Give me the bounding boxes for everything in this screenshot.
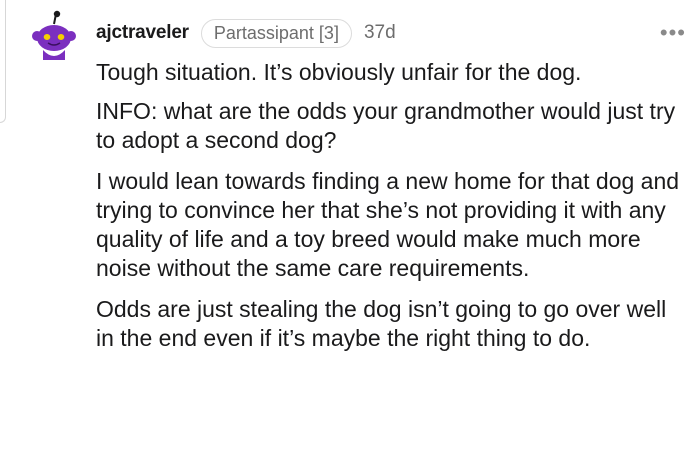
comment-age: 37d (363, 22, 396, 43)
more-options-icon[interactable]: ••• (660, 22, 686, 44)
snoo-avatar-icon[interactable] (30, 10, 78, 62)
comment-header: ajctraveler Partassipant [3] 37d (96, 18, 396, 48)
comment-paragraph: Tough situation. It’s obviously unfair f… (96, 59, 582, 85)
thread-line (0, 0, 6, 123)
user-flair-badge: Partassipant [3] (200, 18, 352, 48)
comment-paragraph: I would lean towards finding a new home … (96, 168, 680, 281)
comment-paragraph: Odds are just stealing the dog isn’t goi… (96, 296, 667, 351)
comment-body: Tough situation. It’s obviously unfair f… (96, 58, 686, 365)
comment-paragraph: INFO: what are the odds your grandmother… (96, 98, 676, 153)
username-link[interactable]: ajctraveler (96, 22, 189, 44)
